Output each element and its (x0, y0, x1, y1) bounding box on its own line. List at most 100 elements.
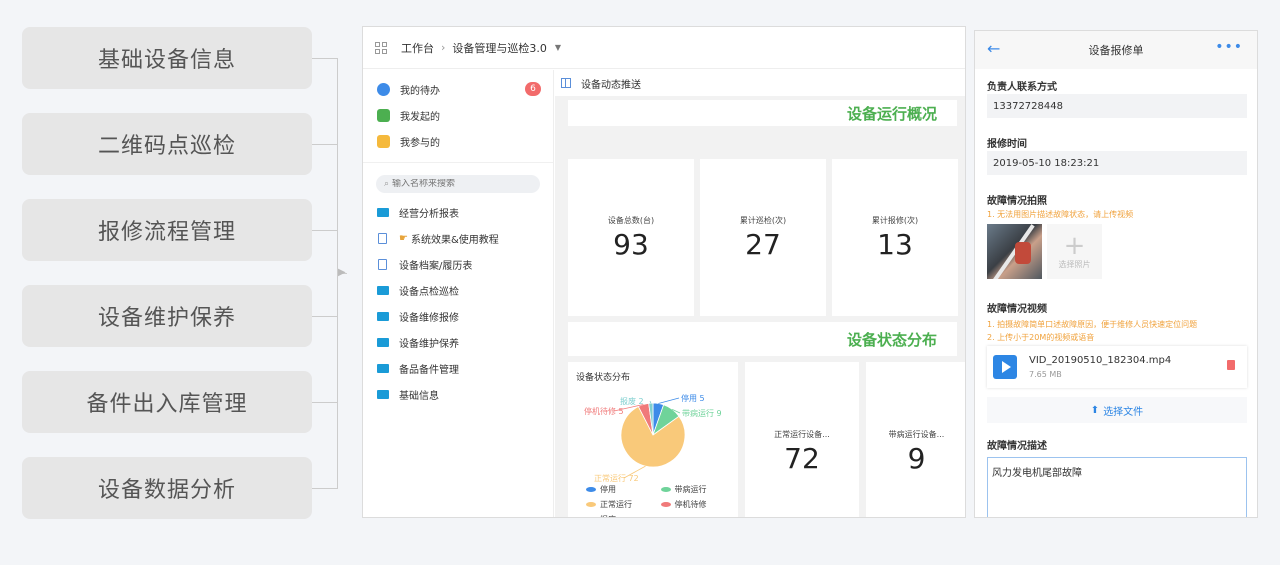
folder-icon (377, 337, 389, 347)
sidebar-item-initiated[interactable]: 我发起的 (363, 102, 553, 128)
stat-card-total[interactable]: 设备总数(台) 93 (568, 159, 694, 316)
search-icon: ⌕ (384, 179, 390, 189)
sidebar-item-label: 备品备件管理 (399, 364, 459, 376)
video-file-icon (993, 355, 1017, 379)
legend-item[interactable]: 带病运行 (660, 482, 733, 497)
time-label: 报修时间 (987, 139, 1027, 150)
stat-value: 27 (745, 227, 781, 261)
fault-description-input[interactable]: 风力发电机尾部故障 (987, 457, 1247, 517)
sidebar-item-label: 经营分析报表 (399, 208, 459, 220)
legend-item[interactable]: 正常运行 (586, 497, 658, 512)
sidebar-item-archive[interactable]: 设备档案/履历表 (363, 251, 553, 277)
add-photo-button[interactable]: + 选择照片 (1047, 224, 1102, 279)
stat-label: 正常运行设备... (774, 430, 830, 439)
desc-label: 故障情况描述 (987, 441, 1047, 452)
feature-item: 设备维护保养 (22, 285, 312, 347)
document-icon (377, 134, 390, 148)
status-card-faulty[interactable]: 带病运行设备... 9 (866, 362, 965, 517)
arrow-left-icon[interactable]: ← (987, 39, 1000, 58)
pie-label-line (658, 397, 680, 404)
pie-slice-label: 报废 2 (620, 396, 644, 406)
trash-icon[interactable] (1227, 360, 1235, 370)
add-photo-label: 选择照片 (1058, 260, 1091, 269)
sidebar-item-tutorial[interactable]: ☛ 系统效果&使用教程 (363, 225, 553, 251)
sidebar-item-repair[interactable]: 设备维修报修 (363, 303, 553, 329)
sidebar-item-analysis-report[interactable]: 经营分析报表 (363, 199, 553, 225)
sidebar-item-participated[interactable]: 我参与的 (363, 128, 553, 154)
photo-label: 故障情况拍照 (987, 196, 1047, 207)
stat-value: 93 (613, 227, 649, 261)
status-pie-chart[interactable]: 停用 5 带病运行 9 正常运行 72 停机待修 5报废 2 (568, 362, 738, 482)
folder-icon (377, 311, 389, 321)
stat-card-inspections[interactable]: 累计巡检(次) 27 (700, 159, 826, 316)
edit-form-icon (377, 108, 390, 122)
sidebar-item-label: 我参与的 (400, 137, 440, 149)
form-title: 设备报修单 (1088, 44, 1144, 57)
chevron-right-icon: › (441, 41, 446, 54)
select-file-button[interactable]: ⬆ 选择文件 (987, 397, 1247, 423)
app-grid-icon[interactable] (375, 41, 387, 54)
sidebar-search[interactable]: ⌕ (376, 175, 540, 193)
select-file-label: 选择文件 (1103, 406, 1144, 418)
sidebar-item-label: 设备维修报修 (399, 312, 459, 324)
legend-item[interactable]: 报废 (586, 512, 658, 517)
search-input[interactable] (392, 179, 523, 189)
pie-slice-label: 停用 5 (681, 393, 705, 403)
document-icon (378, 232, 387, 244)
pie-slice-label: 带病运行 9 (682, 408, 722, 418)
sidebar-item-label: 设备档案/履历表 (399, 260, 473, 272)
feature-item: 报修流程管理 (22, 199, 312, 261)
sidebar-item-spare-parts[interactable]: 备品备件管理 (363, 355, 553, 381)
sidebar: 我的待办 6 我发起的 我参与的 ⌕ 经营分析报表 ☛系统效果&使用教程 设备档… (363, 70, 554, 517)
sidebar-item-basic-info[interactable]: 基础信息 (363, 381, 553, 407)
file-size: 7.65 MB (1029, 370, 1062, 379)
contact-field[interactable]: 13372728448 (987, 94, 1247, 118)
mobile-header: ← 设备报修单 ••• (975, 31, 1257, 69)
feature-item: 二维码点巡检 (22, 113, 312, 175)
mobile-repair-form: ← 设备报修单 ••• 负责人联系方式 13372728448 报修时间 201… (974, 30, 1258, 518)
contact-label: 负责人联系方式 (987, 82, 1057, 93)
legend-item[interactable]: 停机待修 (660, 497, 733, 512)
file-name: VID_20190510_182304.mp4 (1029, 355, 1172, 366)
dashboard-content: 设备动态推送 设备运行概况 设备总数(台) 93 累计巡检(次) 27 累计报修… (555, 70, 965, 517)
panel-toggle-icon[interactable] (561, 78, 571, 88)
status-card-normal[interactable]: 正常运行设备... 72 (745, 362, 859, 517)
chart-legend: 停用 带病运行 正常运行 停机待修 报废 (586, 482, 736, 517)
pointing-hand-icon: ☛ (399, 232, 408, 244)
fault-photo-thumbnail[interactable] (987, 224, 1042, 279)
pie-slice-label: 正常运行 72 (594, 473, 639, 482)
breadcrumb-root[interactable]: 工作台 (401, 40, 434, 56)
stat-label: 带病运行设备... (888, 430, 945, 439)
folder-icon (377, 363, 389, 373)
video-label: 故障情况视频 (987, 304, 1047, 315)
video-hint-2: 2. 上传小于20M的视频或语音 (987, 333, 1095, 342)
feature-item: 设备数据分析 (22, 457, 312, 519)
more-icon[interactable]: ••• (1215, 39, 1243, 55)
arrow-right-icon: ▶ (338, 267, 346, 278)
time-field[interactable]: 2019-05-10 18:23:21 (987, 151, 1247, 175)
sidebar-item-label: 基础信息 (399, 390, 439, 402)
stat-label: 累计报修(次) (871, 215, 919, 225)
alarm-clock-icon (377, 82, 390, 96)
upload-icon: ⬆ (1090, 404, 1100, 416)
chevron-down-icon[interactable]: ▼ (555, 43, 561, 52)
sidebar-item-inspection[interactable]: 设备点检巡检 (363, 277, 553, 303)
todo-count-badge: 6 (525, 82, 541, 96)
pie-slice-label: 停机待修 5 (584, 406, 624, 416)
sidebar-item-label: 设备点检巡检 (399, 286, 459, 298)
top-bar: 工作台 › 设备管理与巡检3.0 ▼ (363, 27, 965, 69)
stat-value: 13 (877, 227, 913, 261)
video-file-item[interactable]: VID_20190510_182304.mp4 7.65 MB (987, 346, 1247, 388)
section-title-overview: 设备运行概况 (568, 100, 957, 126)
sidebar-item-todo[interactable]: 我的待办 6 (363, 76, 553, 102)
photo-hint: 1. 无法用图片描述故障状态，请上传视频 (987, 210, 1134, 219)
sidebar-item-label: 我发起的 (400, 111, 440, 123)
breadcrumb-current[interactable]: 设备管理与巡检3.0 (452, 40, 547, 56)
stat-value: 72 (784, 442, 820, 475)
stat-card-repairs[interactable]: 累计报修(次) 13 (832, 159, 958, 316)
content-title: 设备动态推送 (581, 79, 641, 91)
legend-item[interactable]: 停用 (586, 482, 658, 497)
sidebar-item-maintenance[interactable]: 设备维护保养 (363, 329, 553, 355)
video-hint-1: 1. 拍摄故障简单口述故障原因，便于维修人员快速定位问题 (987, 320, 1198, 329)
status-pie-card: 设备状态分布 停用 5 带病运行 9 正常运行 72 停机待修 5 报废 2 停用 带病… (568, 362, 738, 517)
